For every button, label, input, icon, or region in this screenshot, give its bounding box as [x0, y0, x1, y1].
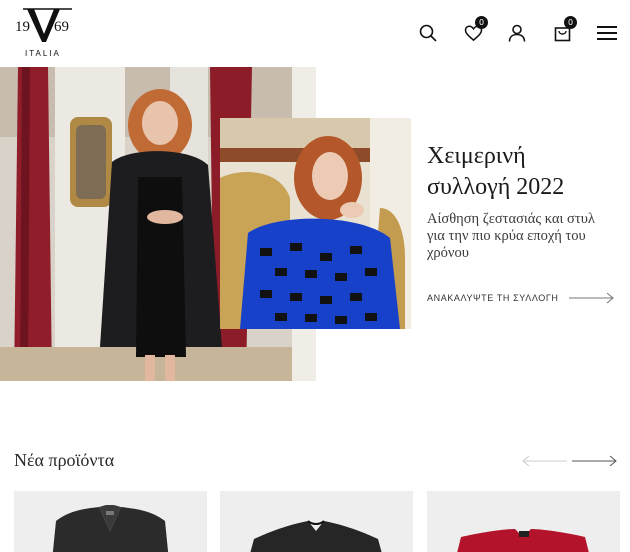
arrow-right-icon: [572, 455, 617, 467]
arrow-left-icon: [522, 455, 567, 467]
hero-subtitle-line-3: χρόνου: [427, 245, 469, 261]
new-products-title: Νέα προϊόντα: [14, 450, 115, 470]
hero-subtitle: Αίσθηση ζεστασιάς και στυλ για την πιο κ…: [427, 211, 627, 262]
menu-icon[interactable]: [592, 18, 622, 48]
product-card[interactable]: [14, 491, 207, 552]
hero-title: Χειμερινή συλλογή 2022: [427, 141, 622, 203]
hero-text-block: Χειμερινή συλλογή 2022 Αίσθηση ζεστασιάς…: [427, 141, 622, 262]
site-header: 19 69 ITALIA 0 0: [0, 0, 630, 66]
logo-number-left: 19: [15, 19, 30, 35]
hero-title-line-2: συλλογή 2022: [427, 174, 565, 200]
carousel-next-button[interactable]: [572, 452, 618, 470]
cart-count-badge: 0: [564, 16, 577, 29]
discover-collection-link[interactable]: ΑΝΑΚΑΛΥΨΤΕ ΤΗ ΣΥΛΛΟΓΗ: [427, 292, 615, 304]
carousel-prev-button[interactable]: [521, 452, 567, 470]
logo-number-right: 69: [54, 19, 69, 35]
product-card[interactable]: [427, 491, 620, 552]
hero-subtitle-line-1: Αίσθηση ζεστασιάς και στυλ: [427, 211, 595, 227]
product-card[interactable]: [220, 491, 413, 552]
hero-title-line-1: Χειμερινή: [427, 143, 526, 169]
hero-image-inset[interactable]: [220, 118, 411, 329]
hero-subtitle-line-2: για την πιο κρύα εποχή του: [427, 228, 586, 244]
user-icon[interactable]: [502, 18, 532, 48]
brand-logo[interactable]: 19 69 ITALIA: [13, 6, 75, 60]
arrow-right-icon: [568, 292, 614, 304]
logo-subtitle: ITALIA: [25, 49, 61, 58]
cart-button[interactable]: 0: [547, 16, 577, 48]
hero-banner: Χειμερινή συλλογή 2022 Αίσθηση ζεστασιάς…: [0, 67, 630, 381]
search-icon[interactable]: [413, 18, 443, 48]
wishlist-button[interactable]: 0: [458, 16, 488, 48]
discover-collection-label: ΑΝΑΚΑΛΥΨΤΕ ΤΗ ΣΥΛΛΟΓΗ: [427, 293, 559, 303]
wishlist-count-badge: 0: [475, 16, 488, 29]
